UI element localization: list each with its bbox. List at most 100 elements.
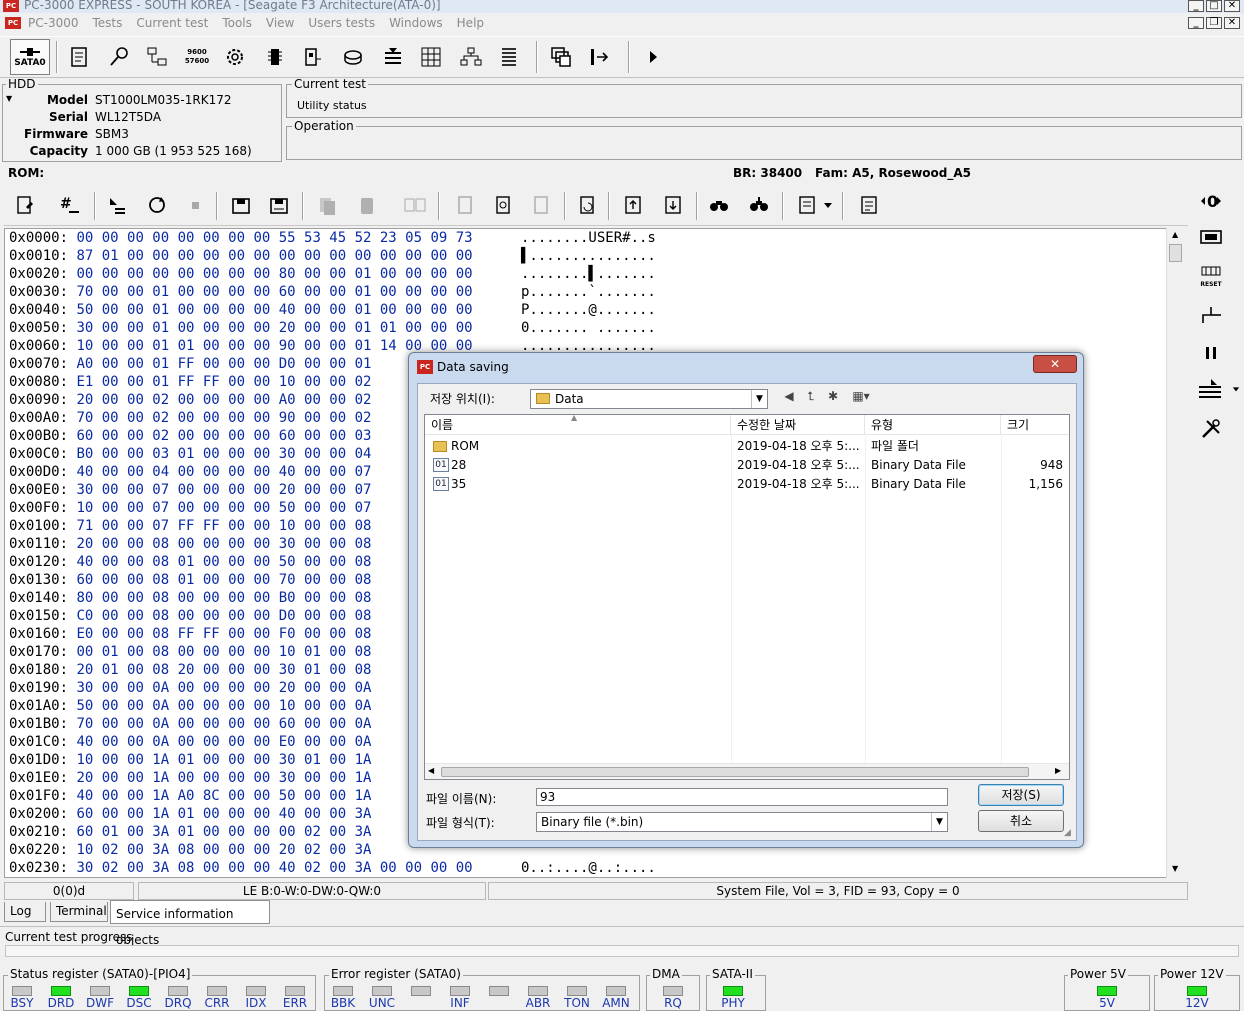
hex-row[interactable]: 0x0060: 10 00 00 01 01 00 00 00 90 00 00… — [9, 337, 656, 355]
hex-bytes[interactable]: 40 00 00 04 00 00 00 00 40 00 00 07 — [76, 464, 371, 480]
column-size[interactable]: 크기 — [1001, 415, 1069, 435]
key-icon[interactable] — [102, 40, 136, 74]
scroll-right-arrow-icon[interactable]: ▶ — [1055, 766, 1061, 775]
hex-row[interactable]: 0x0020: 00 00 00 00 00 00 00 00 80 00 00… — [9, 265, 656, 283]
hex-row[interactable]: 0x00C0: B0 00 00 03 01 00 00 00 30 00 00… — [9, 445, 371, 463]
heads-icon[interactable] — [376, 40, 410, 74]
menu-item-pc-3000[interactable]: PC-3000 — [28, 16, 78, 30]
filename-input[interactable]: 93 — [536, 788, 948, 806]
hex-row[interactable]: 0x00F0: 10 00 00 07 00 00 00 00 50 00 00… — [9, 499, 371, 517]
exit-icon[interactable] — [582, 40, 616, 74]
mdi-minimize-button[interactable]: _ — [1188, 17, 1204, 29]
hex-row[interactable]: 0x0050: 30 00 00 01 00 00 00 00 20 00 00… — [9, 319, 656, 337]
column-name[interactable]: 이름 — [425, 415, 731, 435]
hex-row[interactable]: 0x0220: 10 02 00 3A 08 00 00 00 20 02 00… — [9, 841, 371, 859]
baud-rate-icon[interactable]: 9600 57600 — [180, 40, 214, 74]
hex-row[interactable]: 0x01C0: 40 00 00 0A 00 00 00 00 E0 00 00… — [9, 733, 371, 751]
hex-row[interactable]: 0x0140: 80 00 00 08 00 00 00 00 B0 00 00… — [9, 589, 371, 607]
tools-icon[interactable] — [1194, 414, 1228, 444]
hex-bytes[interactable]: 10 00 00 1A 01 00 00 00 30 01 00 1A — [76, 752, 371, 768]
hex-bytes[interactable]: 60 00 00 02 00 00 00 00 60 00 00 03 — [76, 428, 371, 444]
hex-row[interactable]: 0x0160: E0 00 00 08 FF FF 00 00 F0 00 00… — [9, 625, 371, 643]
menu-item-users-tests[interactable]: Users tests — [308, 16, 375, 30]
hex-bytes[interactable]: 10 02 00 3A 08 00 00 00 20 02 00 3A — [76, 842, 371, 858]
tab-service-information-objects[interactable]: Service information objects — [110, 900, 270, 947]
up-folder-icon[interactable]: ⮤ — [802, 388, 820, 404]
hex-bytes[interactable]: 60 01 00 3A 01 00 00 00 00 02 00 3A — [76, 824, 371, 840]
grid-icon[interactable] — [414, 40, 448, 74]
hex-ascii[interactable]: p.......`....... — [521, 283, 656, 301]
refresh-icon[interactable] — [140, 188, 174, 222]
hex-row[interactable]: 0x0110: 20 00 00 08 00 00 00 00 30 00 00… — [9, 535, 371, 553]
open-file-icon[interactable] — [8, 188, 42, 222]
hex-row[interactable]: 0x0040: 50 00 00 01 00 00 00 00 40 00 00… — [9, 301, 656, 319]
heads-map-icon[interactable] — [1194, 374, 1228, 404]
hex-bytes[interactable]: 50 00 00 0A 00 00 00 00 10 00 00 0A — [76, 698, 371, 714]
disk-icon[interactable] — [336, 40, 370, 74]
pause-icon[interactable] — [1194, 338, 1228, 368]
view-menu-icon[interactable]: ▦▾ — [848, 388, 874, 404]
menu-item-windows[interactable]: Windows — [389, 16, 443, 30]
hex-row[interactable]: 0x00D0: 40 00 00 04 00 00 00 00 40 00 00… — [9, 463, 371, 481]
export-icon[interactable] — [656, 188, 690, 222]
mdi-restore-button[interactable]: ❐ — [1206, 17, 1222, 29]
scroll-left-arrow-icon[interactable]: ◀ — [428, 766, 434, 775]
hex-bytes[interactable]: 30 02 00 3A 08 00 00 00 40 02 00 3A 00 0… — [76, 860, 472, 876]
hex-row[interactable]: 0x01A0: 50 00 00 0A 00 00 00 00 10 00 00… — [9, 697, 371, 715]
resize-grip-icon[interactable]: ◢ — [1064, 828, 1071, 838]
maximize-button[interactable]: □ — [1206, 0, 1222, 12]
windows-icon[interactable] — [544, 40, 578, 74]
hex-bytes[interactable]: 40 00 00 08 01 00 00 00 50 00 00 08 — [76, 554, 371, 570]
scroll-icon[interactable] — [62, 40, 96, 74]
hex-row[interactable]: 0x0230: 30 02 00 3A 08 00 00 00 40 02 00… — [9, 859, 656, 877]
hex-ascii[interactable]: 0....... ....... — [521, 319, 656, 337]
new-folder-icon[interactable]: ✱ — [824, 388, 842, 404]
heads-dropdown-icon[interactable] — [1230, 374, 1242, 404]
hex-bytes[interactable]: 30 00 00 07 00 00 00 00 20 00 00 07 — [76, 482, 371, 498]
structure-icon[interactable] — [790, 188, 824, 222]
hex-row[interactable]: 0x0080: E1 00 00 01 FF FF 00 00 10 00 00… — [9, 373, 371, 391]
hex-bytes[interactable]: 60 00 00 1A 01 00 00 00 40 00 00 3A — [76, 806, 371, 822]
file-list-horizontal-scrollbar[interactable]: ◀ ▶ — [425, 763, 1069, 779]
hex-bytes[interactable]: 87 01 00 00 00 00 00 00 00 00 00 00 00 0… — [76, 248, 472, 264]
hex-row[interactable]: 0x01E0: 20 00 00 1A 00 00 00 00 30 00 00… — [9, 769, 371, 787]
menu-item-tests[interactable]: Tests — [92, 16, 122, 30]
hex-row[interactable]: 0x0200: 60 00 00 1A 01 00 00 00 40 00 00… — [9, 805, 371, 823]
mdi-close-button[interactable]: ✕ — [1224, 17, 1240, 29]
tab-log[interactable]: Log — [4, 902, 46, 922]
file-list[interactable]: 이름 ▲ 수정한 날짜 유형 크기 ROM 2019-04-18 오후 5:...… — [424, 414, 1070, 780]
hex-row[interactable]: 0x0130: 60 00 00 08 01 00 00 00 70 00 00… — [9, 571, 371, 589]
menu-item-current-test[interactable]: Current test — [136, 16, 208, 30]
column-date[interactable]: 수정한 날짜 — [731, 415, 865, 435]
hex-bytes[interactable]: 70 00 00 0A 00 00 00 00 60 00 00 0A — [76, 716, 371, 732]
numbers-icon[interactable] — [524, 188, 558, 222]
list-icon[interactable] — [492, 40, 526, 74]
hex-row[interactable]: 0x01B0: 70 00 00 0A 00 00 00 00 60 00 00… — [9, 715, 371, 733]
hex-row[interactable]: 0x0180: 20 01 00 08 20 00 00 00 30 01 00… — [9, 661, 371, 679]
hex-bytes[interactable]: 70 00 00 02 00 00 00 00 90 00 00 02 — [76, 410, 371, 426]
hex-bytes[interactable]: 10 00 00 07 00 00 00 00 50 00 00 07 — [76, 500, 371, 516]
save-as-icon[interactable] — [262, 188, 296, 222]
hex-row[interactable]: 0x0100: 71 00 00 07 FF FF 00 00 10 00 00… — [9, 517, 371, 535]
save-button[interactable]: 저장(S) — [978, 784, 1064, 806]
hex-row[interactable]: 0x00B0: 60 00 00 02 00 00 00 00 60 00 00… — [9, 427, 371, 445]
chip-icon[interactable] — [258, 40, 292, 74]
hex-bytes[interactable]: 80 00 00 08 00 00 00 00 B0 00 00 08 — [76, 590, 371, 606]
file-list-item[interactable]: ROM 2019-04-18 오후 5:... 파일 폴더 — [425, 437, 1069, 456]
gear-icon[interactable] — [218, 40, 252, 74]
paste-icon[interactable] — [350, 188, 384, 222]
back-arrow-icon[interactable]: ◀ — [780, 388, 798, 404]
goto-address-icon[interactable]: # — [52, 188, 86, 222]
power-toggle-icon[interactable]: 0 — [1194, 186, 1228, 216]
hex-ascii[interactable]: 0..:....@..:.... — [521, 859, 656, 877]
hex-row[interactable]: 0x0010: 87 01 00 00 00 00 00 00 00 00 00… — [9, 247, 656, 265]
hex-bytes[interactable]: E0 00 00 08 FF FF 00 00 F0 00 00 08 — [76, 626, 371, 642]
hex-row[interactable]: 0x0030: 70 00 00 01 00 00 00 00 60 00 00… — [9, 283, 656, 301]
download-icon[interactable] — [100, 188, 134, 222]
column-type[interactable]: 유형 — [865, 415, 1001, 435]
minimize-button[interactable]: _ — [1188, 0, 1204, 12]
new-doc-icon[interactable] — [448, 188, 482, 222]
hex-ascii[interactable]: P.......@....... — [521, 301, 656, 319]
hex-row[interactable]: 0x01F0: 40 00 00 1A A0 8C 00 00 50 00 00… — [9, 787, 371, 805]
compare-icon[interactable] — [398, 188, 432, 222]
